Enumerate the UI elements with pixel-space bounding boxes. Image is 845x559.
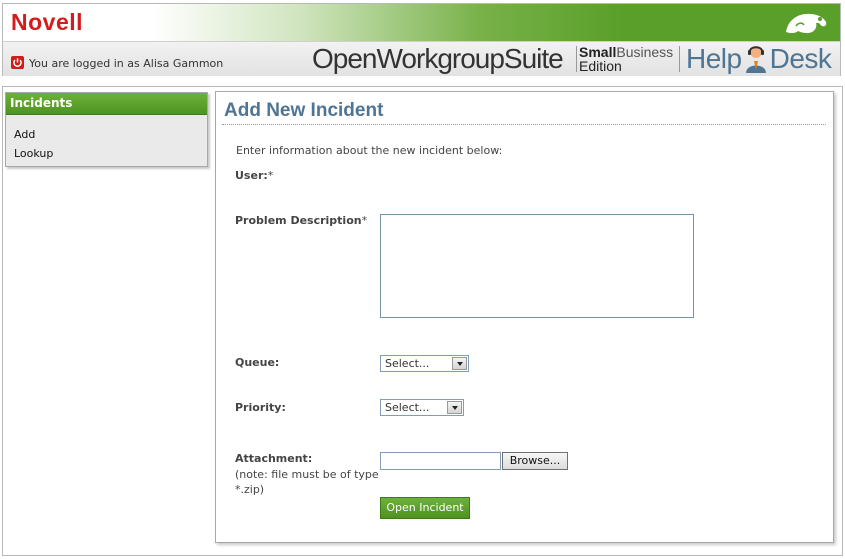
logged-in-status: You are logged in as Alisa Gammon bbox=[29, 57, 224, 70]
brand-bar: Novell bbox=[3, 4, 840, 41]
chevron-down-icon[interactable] bbox=[452, 357, 467, 370]
edition-business: Business bbox=[616, 44, 674, 60]
queue-selected-value: Select... bbox=[385, 357, 430, 370]
queue-label: Queue: bbox=[235, 356, 280, 369]
user-label-text: User: bbox=[235, 169, 268, 182]
user-label: User:* bbox=[235, 169, 273, 182]
helpdesk-logo: Help Desk bbox=[686, 42, 832, 76]
attachment-label: Attachment: bbox=[235, 452, 313, 465]
required-mark: * bbox=[267, 169, 274, 182]
attachment-file-input[interactable] bbox=[380, 452, 501, 470]
title-divider bbox=[222, 124, 826, 125]
priority-select[interactable]: Select... bbox=[380, 399, 464, 416]
priority-selected-value: Select... bbox=[385, 401, 430, 414]
app-header: Novell You are logged in as Alisa Gammon… bbox=[2, 3, 841, 76]
helpdesk-help: Help bbox=[686, 43, 742, 74]
page-title: Add New Incident bbox=[224, 100, 384, 121]
novell-logo: Novell bbox=[11, 9, 84, 35]
divider bbox=[576, 46, 577, 72]
sidebar-item-add[interactable]: Add bbox=[6, 125, 207, 144]
sidebar-title: Incidents bbox=[6, 93, 207, 115]
add-incident-panel: Add New Incident Enter information about… bbox=[215, 91, 834, 543]
problem-description-input[interactable] bbox=[380, 214, 694, 318]
open-incident-button[interactable]: Open Incident bbox=[380, 497, 470, 519]
edition-label: SmallBusiness Edition bbox=[579, 45, 673, 73]
priority-label: Priority: bbox=[235, 401, 286, 414]
logout-power-icon[interactable] bbox=[11, 56, 24, 69]
queue-select[interactable]: Select... bbox=[380, 355, 469, 372]
support-agent-icon bbox=[745, 46, 766, 73]
chevron-down-icon[interactable] bbox=[447, 401, 462, 414]
sidebar-menu: Add Lookup bbox=[6, 115, 207, 163]
edition-word: Edition bbox=[579, 58, 622, 74]
gecko-icon bbox=[786, 13, 827, 34]
sidebar-incidents: Incidents Add Lookup bbox=[5, 92, 208, 167]
suite-bar: You are logged in as Alisa Gammon OpenWo… bbox=[3, 41, 840, 76]
attachment-note: (note: file must be of type *.zip) bbox=[235, 468, 379, 496]
problem-description-label: Problem Description* bbox=[235, 214, 367, 227]
problem-label-text: Problem Description bbox=[235, 214, 362, 227]
browse-button[interactable]: Browse... bbox=[502, 452, 568, 470]
sidebar-item-lookup[interactable]: Lookup bbox=[6, 144, 207, 163]
power-icon bbox=[13, 58, 22, 67]
helpdesk-desk: Desk bbox=[769, 43, 832, 74]
form-intro: Enter information about the new incident… bbox=[236, 144, 503, 157]
required-mark: * bbox=[361, 214, 368, 227]
divider bbox=[679, 46, 680, 72]
suite-title: OpenWorkgroupSuite bbox=[312, 43, 564, 74]
